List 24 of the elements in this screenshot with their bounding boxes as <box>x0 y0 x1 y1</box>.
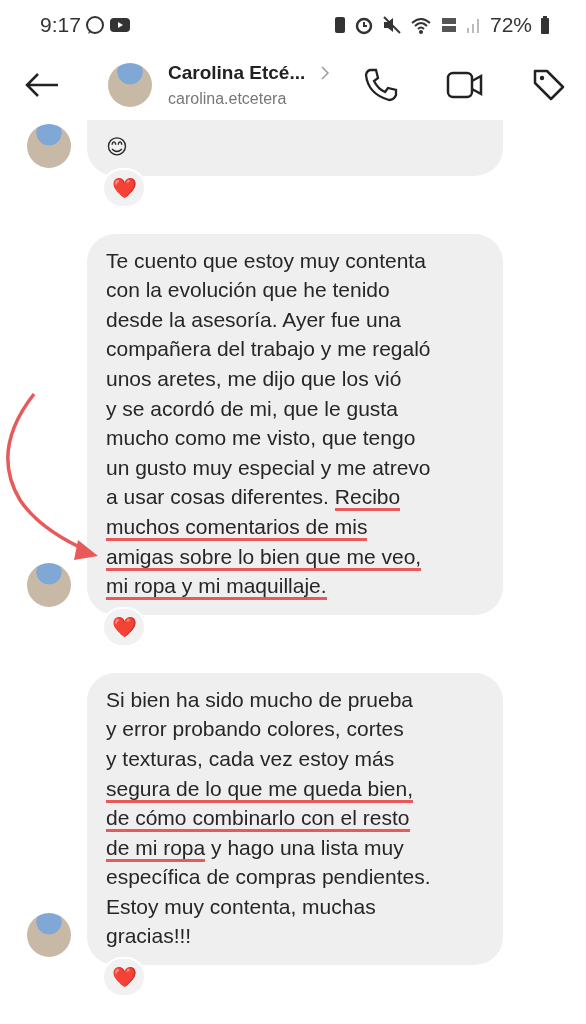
battery-level: 72% <box>489 12 532 39</box>
avatar[interactable] <box>108 63 152 107</box>
sender-avatar[interactable] <box>27 562 71 607</box>
status-time: 9:17 <box>40 12 81 39</box>
heart-reaction[interactable]: ❤ <box>102 957 146 998</box>
alarm-icon <box>353 15 374 35</box>
heart-reaction[interactable]: ❤ <box>102 167 146 208</box>
video-camera-icon[interactable] <box>446 70 484 100</box>
message-text: Te cuento que estoy muy contenta con la evolución que he tenido desde la asesoría. Ayer fue una compañera del trabajo y me regaló unos aretes, me dijo que los vió y se acordó de mi, que le gusta mucho como me visto, que tengo un gusto muy especial y me atrevo a usar cosas diferentes. Recibo muchos comentarios de mis amigas sobre lo bien que me veo, mi ropa y mi maquillaje. <box>87 233 503 615</box>
phone-icon[interactable] <box>364 68 398 102</box>
sender-avatar[interactable] <box>27 123 71 168</box>
battery-icon <box>540 15 550 35</box>
chevron-right-icon[interactable] <box>321 66 330 80</box>
chat-bubble-icon <box>84 15 105 35</box>
mute-icon <box>381 15 402 35</box>
play-icon <box>108 16 131 34</box>
contact-name[interactable]: Carolina Etcé... <box>168 58 306 88</box>
message-text: Si bien ha sido mucho de prueba y error probando colores, cortes y texturas, cada vez estoy más segura de lo que me queda bien, de cómo combinarlo con el resto de mi ropa y hago una lista muy específica de compras pendientes. Estoy muy contenta, muchas gracias!!! <box>87 672 503 966</box>
wifi-icon <box>409 15 432 35</box>
contact-username: carolina.etcetera <box>168 89 288 110</box>
sender-avatar[interactable] <box>27 913 71 958</box>
heart-reaction[interactable]: ❤ <box>102 606 146 647</box>
tag-icon[interactable] <box>532 68 566 102</box>
message-text: 😊 <box>87 120 503 176</box>
